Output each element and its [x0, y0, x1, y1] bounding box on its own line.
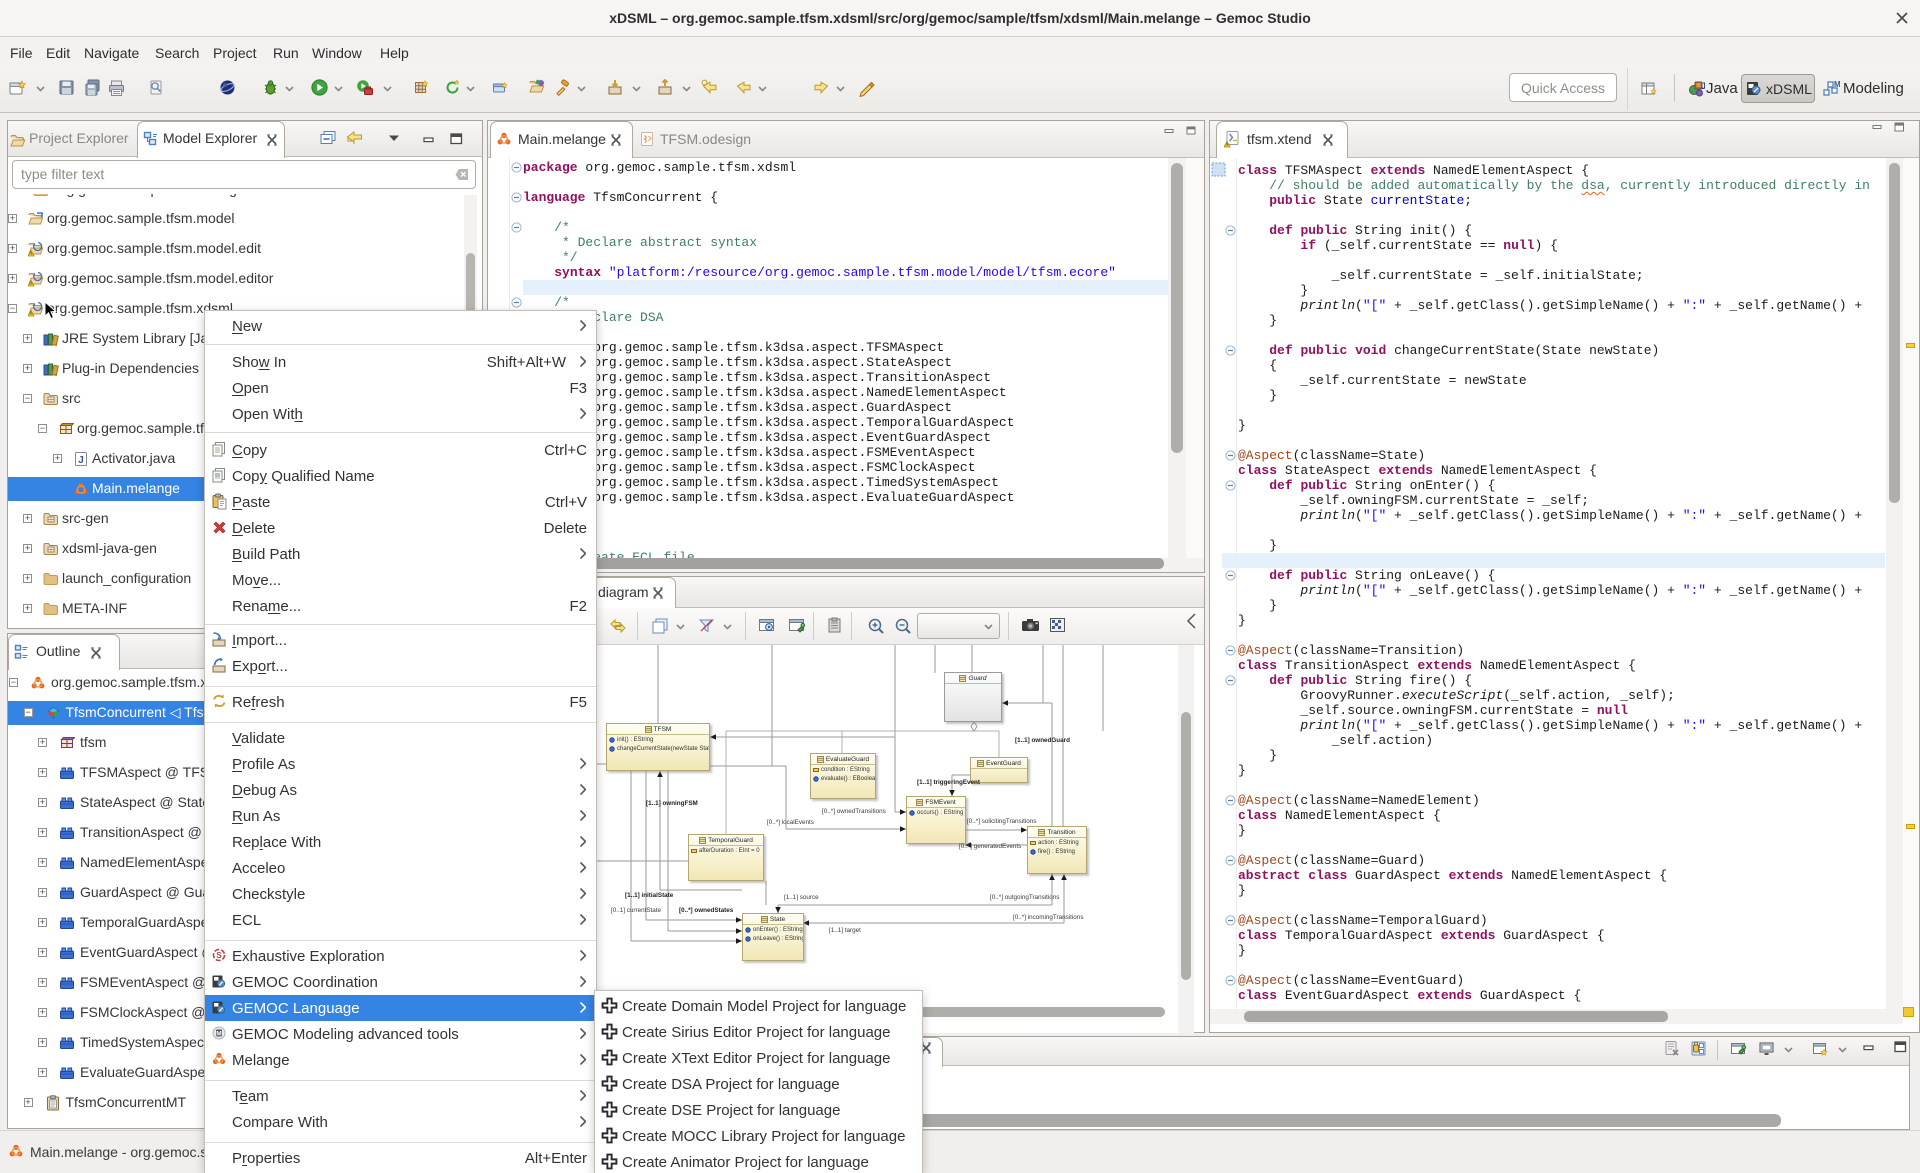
svg-text:M: M — [216, 1031, 221, 1038]
svg-text:M: M — [1834, 80, 1840, 89]
svg-text:S: S — [216, 951, 222, 960]
svg-text:J: J — [1701, 81, 1705, 91]
svg-text:J: J — [78, 455, 84, 466]
